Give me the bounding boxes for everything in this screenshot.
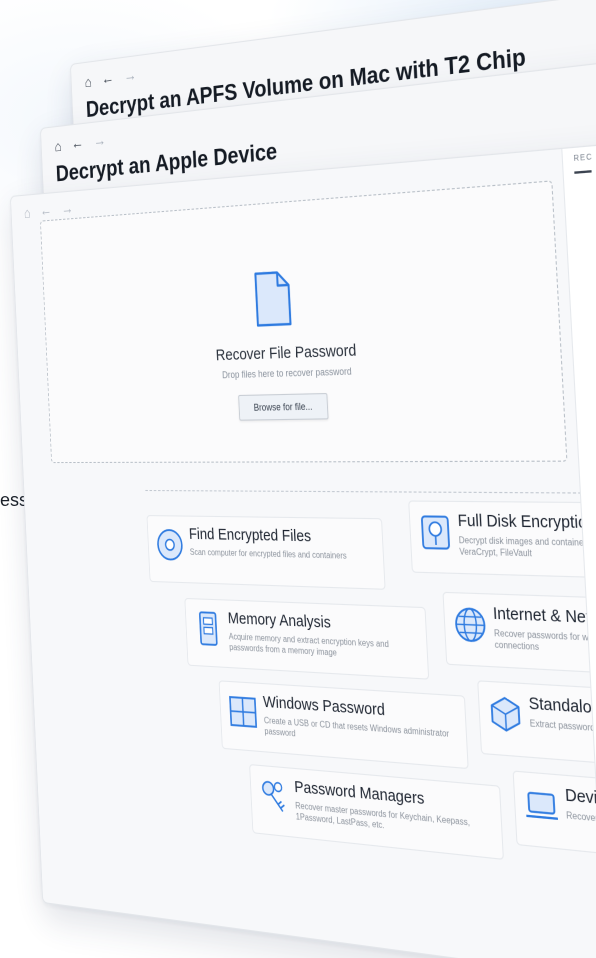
tile-title: Find Encrypted Files (188, 525, 312, 546)
disk-lock-icon (418, 513, 454, 552)
tile-title: Internet & Network (492, 603, 596, 629)
back-arrow-icon[interactable]: ← (101, 69, 114, 88)
disc-icon (155, 527, 186, 563)
windows-stage: ⌂ ← → Decrypt an APFS Volume on Mac with… (0, 0, 596, 958)
right-panel-underline (574, 170, 592, 174)
window-apple-device-nav: ⌂ ← → (54, 132, 106, 155)
section-divider (145, 489, 596, 495)
forward-arrow-icon[interactable]: → (61, 200, 74, 218)
keys-icon (258, 777, 291, 817)
back-arrow-icon[interactable]: ← (71, 134, 84, 152)
back-arrow-icon[interactable]: ← (40, 202, 53, 220)
globe-icon (452, 605, 488, 646)
tile-title: Standalone (528, 693, 596, 719)
tile-password-managers[interactable]: Password Managers Recover master passwor… (249, 763, 504, 861)
tile-standalone[interactable]: Standalone Extract passwords from extern… (477, 680, 596, 777)
tile-description: Decrypt disk images and containers: BitL… (458, 535, 596, 559)
home-icon[interactable]: ⌂ (54, 137, 62, 154)
tile-description: Recover passwords for web browsers and n… (493, 628, 596, 653)
file-drop-zone[interactable]: Recover File Password Drop files here to… (40, 180, 568, 464)
forward-arrow-icon[interactable]: → (124, 66, 137, 85)
laptop-icon (523, 784, 561, 827)
tile-description: Acquire memory and extract encryption ke… (228, 631, 390, 658)
right-panel-caption: REC (573, 153, 593, 164)
tile-internet-network[interactable]: Internet & Network Recover passwords for… (442, 591, 596, 680)
window-apfs-nav: ⌂ ← → (84, 66, 137, 90)
tile-title: Memory Analysis (227, 609, 332, 633)
cube-icon (487, 693, 524, 735)
tile-devices[interactable]: Devices Recover data from Windows (512, 770, 596, 876)
tile-description: Scan computer for encrypted files and co… (189, 547, 347, 561)
tile-title: Devices (564, 785, 596, 811)
tile-windows-password[interactable]: Windows Password Create a USB or CD that… (218, 680, 469, 770)
tile-find-encrypted-files[interactable]: Find Encrypted Files Scan computer for e… (146, 515, 386, 590)
tile-title: Windows Password (262, 692, 386, 720)
home-icon[interactable]: ⌂ (24, 204, 31, 221)
document-icon (253, 270, 292, 328)
tile-description: Create a USB or CD that resets Windows a… (263, 715, 450, 740)
browse-file-button[interactable]: Browse for file... (238, 392, 329, 421)
memory-chip-icon (193, 610, 224, 648)
tile-memory-analysis[interactable]: Memory Analysis Acquire memory and extra… (184, 597, 430, 680)
home-icon[interactable]: ⌂ (84, 73, 92, 90)
window-main: ⌂ ← → Recover File Password Drop files h… (10, 135, 596, 958)
tile-full-disk-encryption[interactable]: Full Disk Encryption Decrypt disk images… (408, 500, 596, 581)
tile-title: Full Disk Encryption (457, 511, 596, 533)
tile-description: Extract passwords from external media (529, 718, 596, 739)
tile-description: Recover data from Windows (565, 810, 596, 831)
windows-icon (227, 693, 259, 732)
tile-description: Recover master passwords for Keychain, K… (295, 800, 471, 831)
forward-arrow-icon[interactable]: → (93, 132, 106, 151)
